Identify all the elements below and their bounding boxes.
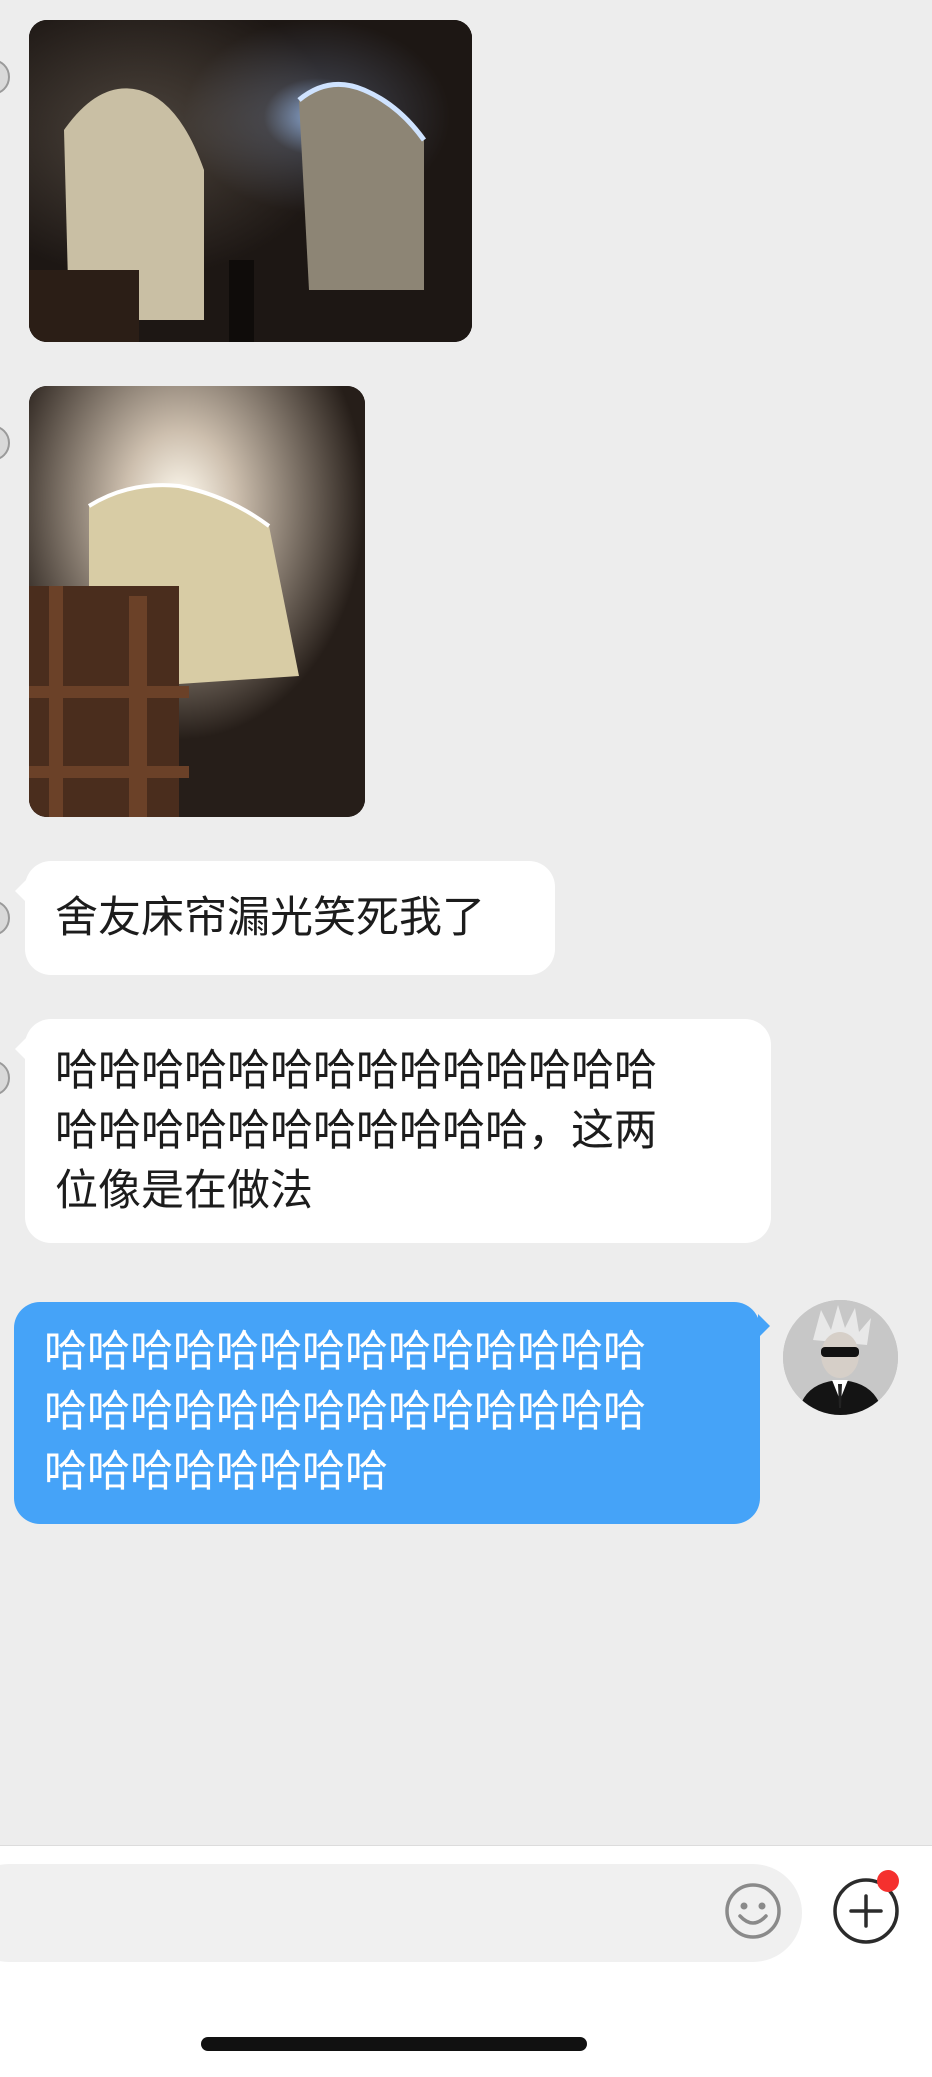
sender-avatar[interactable]	[0, 425, 10, 461]
message-text: 哈哈哈哈哈哈哈哈哈哈哈哈哈哈	[55, 1046, 657, 1096]
photo-bed-curtain-glow	[29, 20, 472, 342]
message-text: 位像是在做法	[55, 1166, 313, 1216]
my-avatar[interactable]	[783, 1300, 898, 1415]
incoming-message-bubble[interactable]: 舍友床帘漏光笑死我了	[15, 861, 555, 975]
message-text: 哈哈哈哈哈哈哈哈哈哈哈哈哈哈	[44, 1387, 646, 1437]
message-input[interactable]	[0, 1864, 802, 1962]
chat-input-bar	[0, 1845, 932, 2077]
message-text: 哈哈哈哈哈哈哈哈哈哈哈，这两	[55, 1106, 657, 1156]
photo-message[interactable]	[29, 20, 472, 342]
smiley-icon[interactable]	[724, 1882, 782, 1940]
message-text: 哈哈哈哈哈哈哈哈	[44, 1447, 388, 1497]
sender-avatar[interactable]	[0, 59, 10, 95]
message-text: 舍友床帘漏光笑死我了	[55, 893, 485, 943]
sender-avatar[interactable]	[0, 1060, 10, 1096]
outgoing-message-bubble[interactable]: 哈哈哈哈哈哈哈哈哈哈哈哈哈哈 哈哈哈哈哈哈哈哈哈哈哈哈哈哈 哈哈哈哈哈哈哈哈	[14, 1302, 770, 1524]
sender-avatar[interactable]	[0, 900, 10, 936]
avatar-portrait-image	[783, 1300, 898, 1415]
notification-badge	[877, 1870, 899, 1892]
home-indicator[interactable]	[201, 2037, 587, 2051]
photo-message[interactable]	[29, 386, 365, 817]
message-text: 哈哈哈哈哈哈哈哈哈哈哈哈哈哈	[44, 1327, 646, 1377]
photo-bed-curtain-glow	[29, 386, 365, 817]
incoming-message-bubble[interactable]: 哈哈哈哈哈哈哈哈哈哈哈哈哈哈 哈哈哈哈哈哈哈哈哈哈哈，这两 位像是在做法	[15, 1019, 771, 1243]
